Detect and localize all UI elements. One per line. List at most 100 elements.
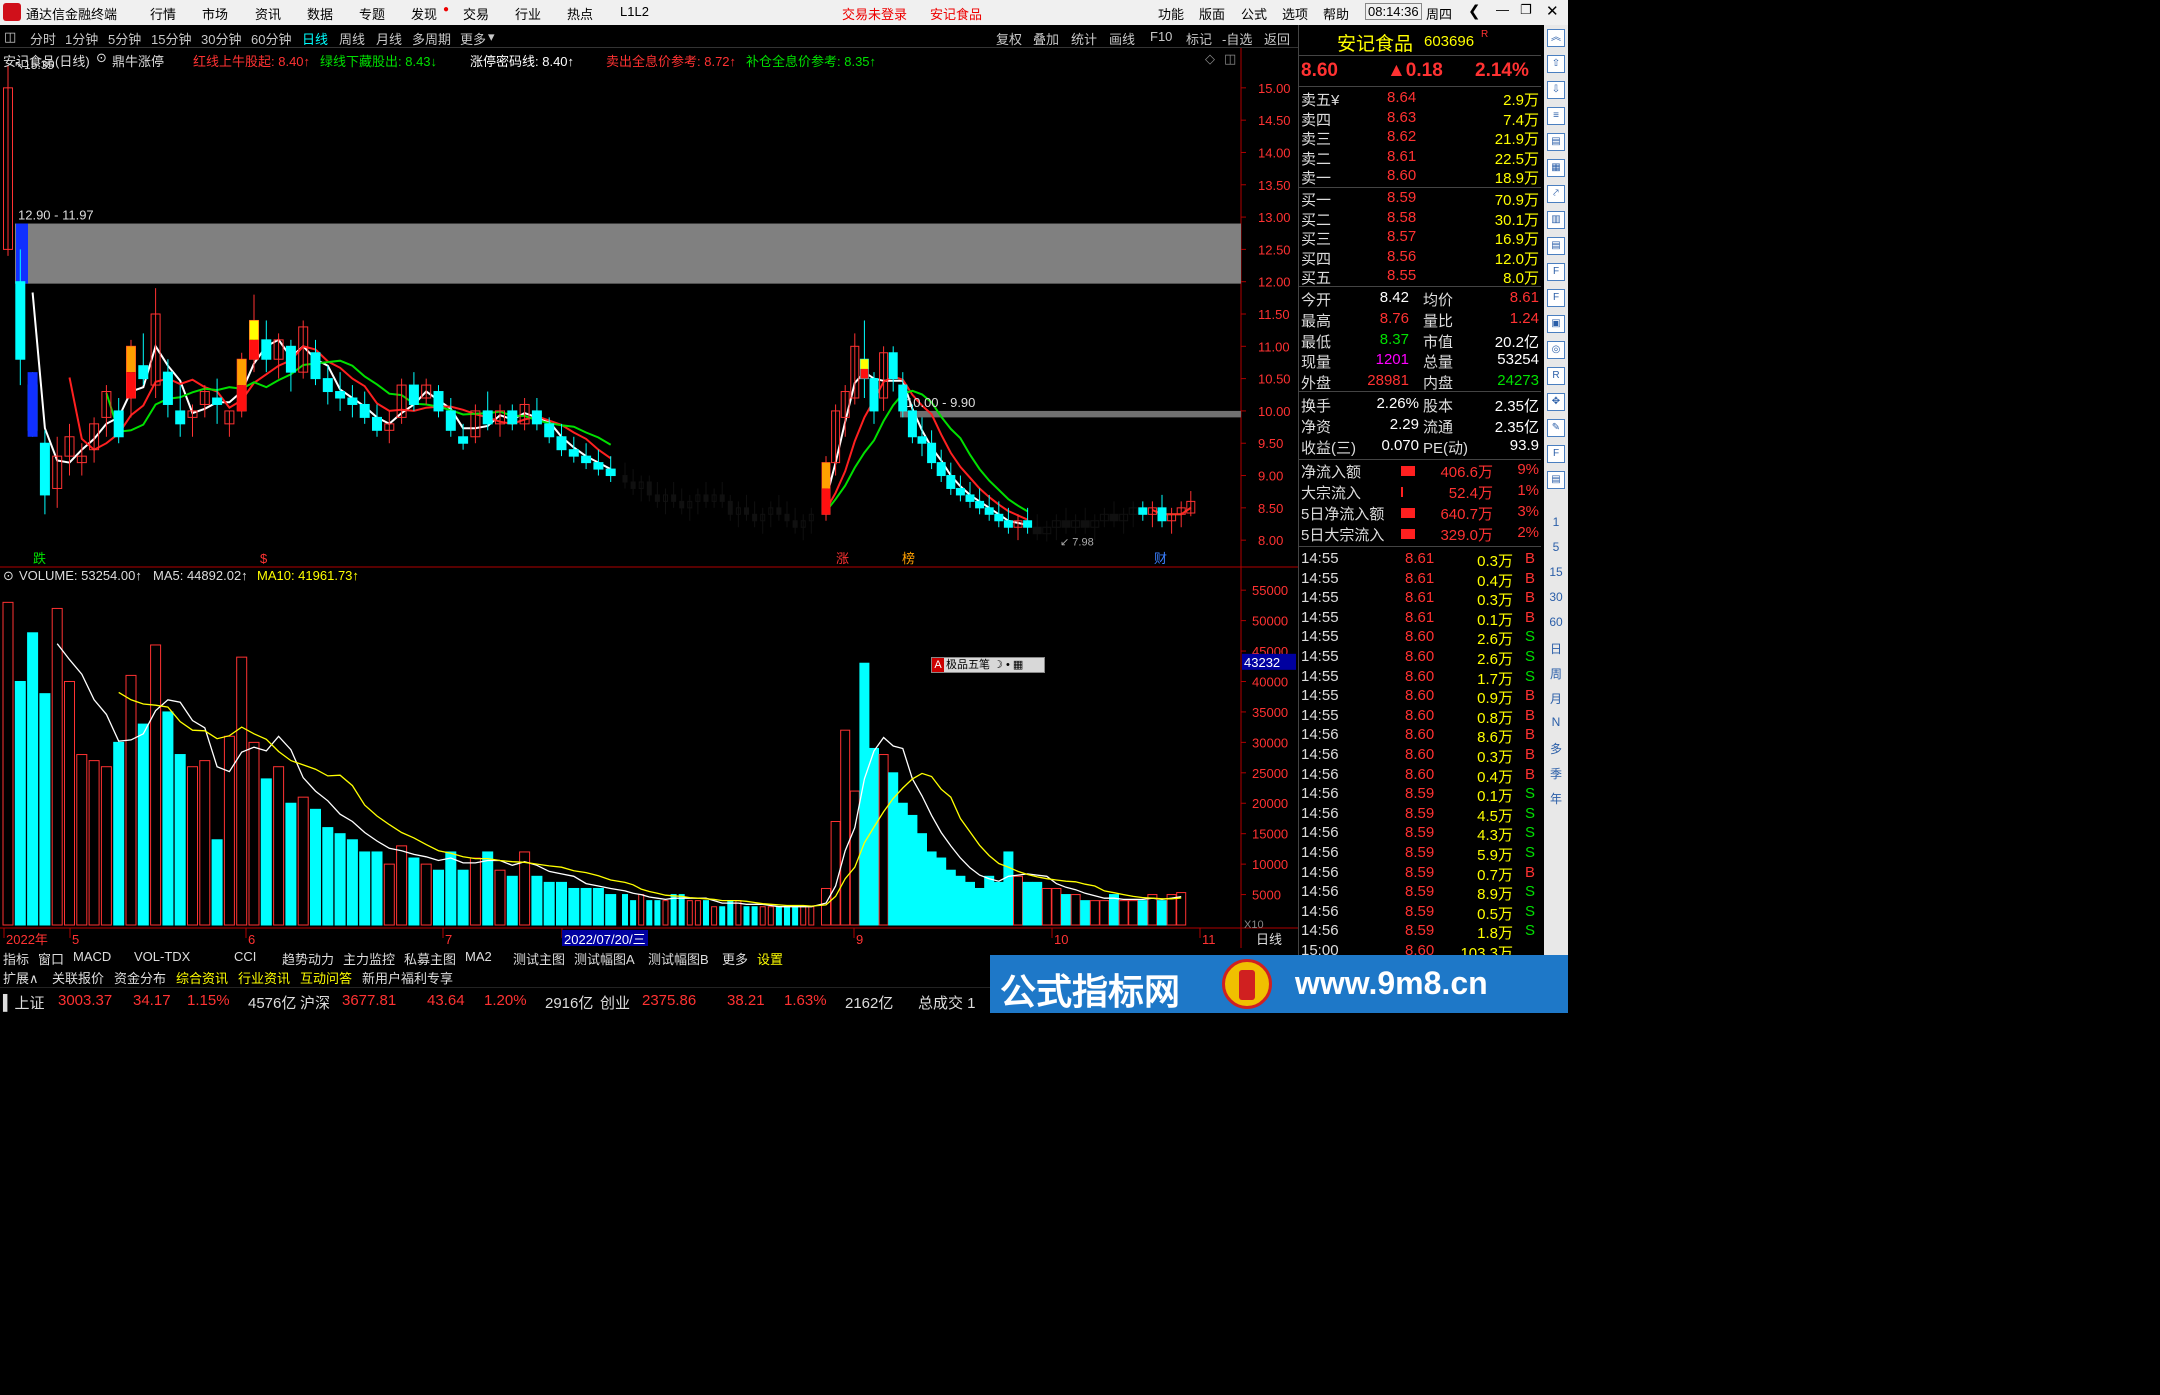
menu-faxian[interactable]: 发现 [411, 4, 437, 23]
period-multi[interactable]: 多周期 [412, 29, 451, 48]
period-15min[interactable]: 15分钟 [151, 29, 191, 48]
period-30min[interactable]: 30分钟 [201, 29, 241, 48]
candle-body [39, 442, 50, 496]
tool-diejia[interactable]: 叠加 [1033, 29, 1059, 48]
list-icon[interactable]: ≡ [1547, 107, 1565, 125]
period-fenshi[interactable]: 分时 [30, 29, 56, 48]
indicator-tab-2[interactable]: MACD [73, 949, 111, 964]
menu-bangzhu[interactable]: 帮助 [1323, 4, 1349, 23]
kline-chart[interactable]: 15.00 14.50 14.00 13.50 13.00 12.50 12.00 11.50… [0, 48, 1298, 948]
price-tick-label: 15.00 [1258, 81, 1291, 96]
tool-tongji[interactable]: 统计 [1071, 29, 1097, 48]
bottom-tab-3[interactable]: 综合资讯 [176, 968, 228, 987]
login-status[interactable]: 交易未登录 [842, 4, 907, 23]
period-weekly[interactable]: 周线 [339, 29, 365, 48]
menu-hangqing[interactable]: 行情 [150, 4, 176, 23]
f5-icon[interactable]: F [1547, 445, 1565, 463]
menu-gongshi[interactable]: 公式 [1241, 4, 1267, 23]
index-name[interactable]: ▍上证 [3, 992, 45, 1013]
tool-zixuan[interactable]: -自选 [1222, 29, 1252, 48]
menu-zixun[interactable]: 资讯 [255, 4, 281, 23]
menu-shichang[interactable]: 市场 [202, 4, 228, 23]
menu-jiaoyi[interactable]: 交易 [463, 4, 489, 23]
tick-list[interactable]: 14:55 8.61 0.3万 B 14:55 8.61 0.4万 B 14:55 8.61 0.3… [1299, 548, 1541, 987]
back-icon[interactable]: ❮ [1468, 2, 1481, 20]
period-60min[interactable]: 60分钟 [251, 29, 291, 48]
menu-l1l2[interactable]: L1L2 [620, 4, 649, 19]
down-arrow-icon[interactable]: ⇩ [1547, 81, 1565, 99]
tool-fanhui[interactable]: 返回 [1264, 29, 1290, 48]
indicator-tab-8[interactable]: MA2 [465, 949, 492, 964]
bars-icon[interactable]: ▥ [1547, 211, 1565, 229]
dropdown-icon[interactable]: ⊙ [96, 50, 107, 66]
menu-zhuanti[interactable]: 专题 [359, 4, 385, 23]
f10-icon[interactable]: F [1547, 263, 1565, 281]
period-monthly[interactable]: 月线 [376, 29, 402, 48]
menu-hangye[interactable]: 行业 [515, 4, 541, 23]
period-daily[interactable]: 日线 [302, 29, 328, 48]
side-period-30[interactable]: 30 [1544, 590, 1568, 604]
stats-icon[interactable]: ⤤ [1547, 185, 1565, 203]
ime-popup[interactable]: A 极品五笔 ☽ • ▦ [931, 657, 1045, 673]
index-name[interactable]: 创业 [600, 992, 630, 1013]
indicator-tab-3[interactable]: VOL-TDX [134, 949, 190, 964]
link-icon[interactable]: ✥ [1547, 393, 1565, 411]
side-period-日[interactable]: 日 [1544, 640, 1568, 657]
pen-icon[interactable]: ✎ [1547, 419, 1565, 437]
bottom-tab-5[interactable]: 互动问答 [300, 968, 352, 987]
panel-toggle-icon[interactable]: ◫ [4, 29, 16, 45]
menu-shuju[interactable]: 数据 [307, 4, 333, 23]
calendar-icon[interactable]: ▦ [1547, 159, 1565, 177]
sort-icon[interactable]: ▤ [1547, 471, 1565, 489]
tool-huaxian[interactable]: 画线 [1109, 29, 1135, 48]
tick-time: 14:56 [1301, 883, 1339, 901]
chevron-down-icon[interactable]: ▾ [488, 29, 495, 45]
side-period-季[interactable]: 季 [1544, 765, 1568, 782]
tool-biaoji[interactable]: 标记 [1186, 29, 1212, 48]
index-name[interactable]: 沪深 [300, 992, 330, 1013]
up-arrow-icon[interactable]: ⇧ [1547, 55, 1565, 73]
tick-price: 8.60 [1405, 765, 1435, 783]
menu-xuanxiang[interactable]: 选项 [1282, 4, 1308, 23]
globe-icon[interactable]: ◎ [1547, 341, 1565, 359]
period-1min[interactable]: 1分钟 [65, 29, 98, 48]
menu-banmian[interactable]: 版面 [1199, 4, 1225, 23]
bottom-tab-4[interactable]: 行业资讯 [238, 968, 290, 987]
fund-icon[interactable]: F [1547, 289, 1565, 307]
period-more[interactable]: 更多 [460, 29, 486, 48]
side-period-5[interactable]: 5 [1544, 540, 1568, 554]
bottom-tab-2[interactable]: 资金分布 [114, 968, 166, 987]
tool-fuquan[interactable]: 复权 [996, 29, 1022, 48]
minimize-icon[interactable]: — [1496, 2, 1509, 17]
side-period-60[interactable]: 60 [1544, 615, 1568, 629]
side-period-周[interactable]: 周 [1544, 665, 1568, 682]
side-period-1[interactable]: 1 [1544, 515, 1568, 529]
bottom-tab-1[interactable]: 关联报价 [52, 968, 104, 987]
panel-icon[interactable]: ◫ [1224, 51, 1236, 67]
chart-indicator-name[interactable]: 鼎牛涨停 [112, 51, 164, 70]
volume-bar [285, 802, 297, 926]
collapse-icon[interactable]: ︽ [1547, 29, 1565, 47]
close-icon[interactable]: ✕ [1546, 2, 1559, 20]
volume-bar [51, 607, 63, 926]
bottom-tab-6[interactable]: 新用户福利专享 [362, 968, 453, 987]
menu-gongneng[interactable]: 功能 [1158, 4, 1184, 23]
side-period-多[interactable]: 多 [1544, 740, 1568, 757]
indicator-tab-4[interactable]: CCI [234, 949, 256, 964]
stat-value: 20.2亿 [1494, 333, 1539, 351]
restore-icon[interactable]: ❐ [1520, 2, 1532, 18]
ab-icon[interactable]: ▣ [1547, 315, 1565, 333]
chart-icon[interactable]: ▤ [1547, 133, 1565, 151]
volume-dropdown-icon[interactable]: ⊙ [3, 568, 14, 584]
side-period-年[interactable]: 年 [1544, 790, 1568, 807]
rsi-icon[interactable]: R [1547, 367, 1565, 385]
tool-f10[interactable]: F10 [1150, 29, 1172, 44]
menu-redian[interactable]: 热点 [567, 4, 593, 23]
side-period-15[interactable]: 15 [1544, 565, 1568, 579]
side-period-N[interactable]: N [1544, 715, 1568, 729]
diamond-icon[interactable]: ◇ [1205, 51, 1215, 67]
info-icon[interactable]: ▤ [1547, 237, 1565, 255]
bottom-tab-0[interactable]: 扩展∧ [3, 968, 39, 987]
period-5min[interactable]: 5分钟 [108, 29, 141, 48]
side-period-月[interactable]: 月 [1544, 690, 1568, 707]
